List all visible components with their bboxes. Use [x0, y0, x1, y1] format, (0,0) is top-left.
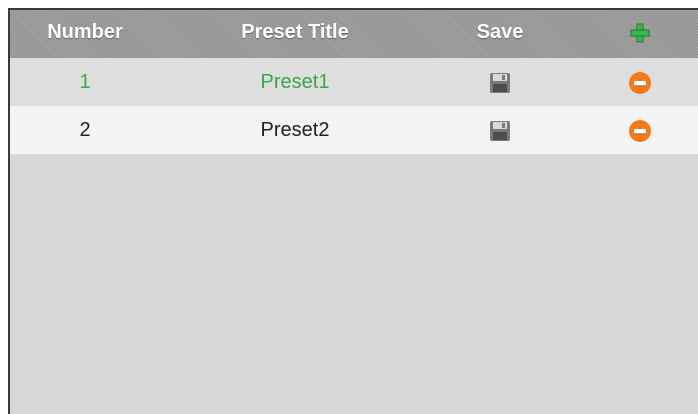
- preset-number: 2: [79, 119, 91, 141]
- header-save: Save: [476, 21, 524, 43]
- minus-circle-icon[interactable]: [628, 119, 652, 143]
- floppy-disk-icon[interactable]: [488, 71, 512, 95]
- minus-circle-icon[interactable]: [628, 71, 652, 95]
- plus-icon[interactable]: [629, 22, 651, 44]
- preset-title[interactable]: Preset1: [200, 58, 390, 106]
- preset-title[interactable]: Preset2: [200, 106, 390, 154]
- table-header: Number Preset Title Save: [10, 10, 698, 58]
- floppy-disk-icon[interactable]: [488, 119, 512, 143]
- add-preset-button[interactable]: [600, 10, 680, 58]
- header-number: Number: [47, 21, 123, 43]
- table-row[interactable]: 2 Preset2: [10, 106, 698, 154]
- table-row[interactable]: 1 Preset1: [10, 58, 698, 106]
- preset-list-panel: Number Preset Title Save 1 Preset1 2 Pre…: [8, 8, 698, 414]
- preset-number: 1: [79, 71, 91, 93]
- header-preset-title: Preset Title: [241, 21, 349, 43]
